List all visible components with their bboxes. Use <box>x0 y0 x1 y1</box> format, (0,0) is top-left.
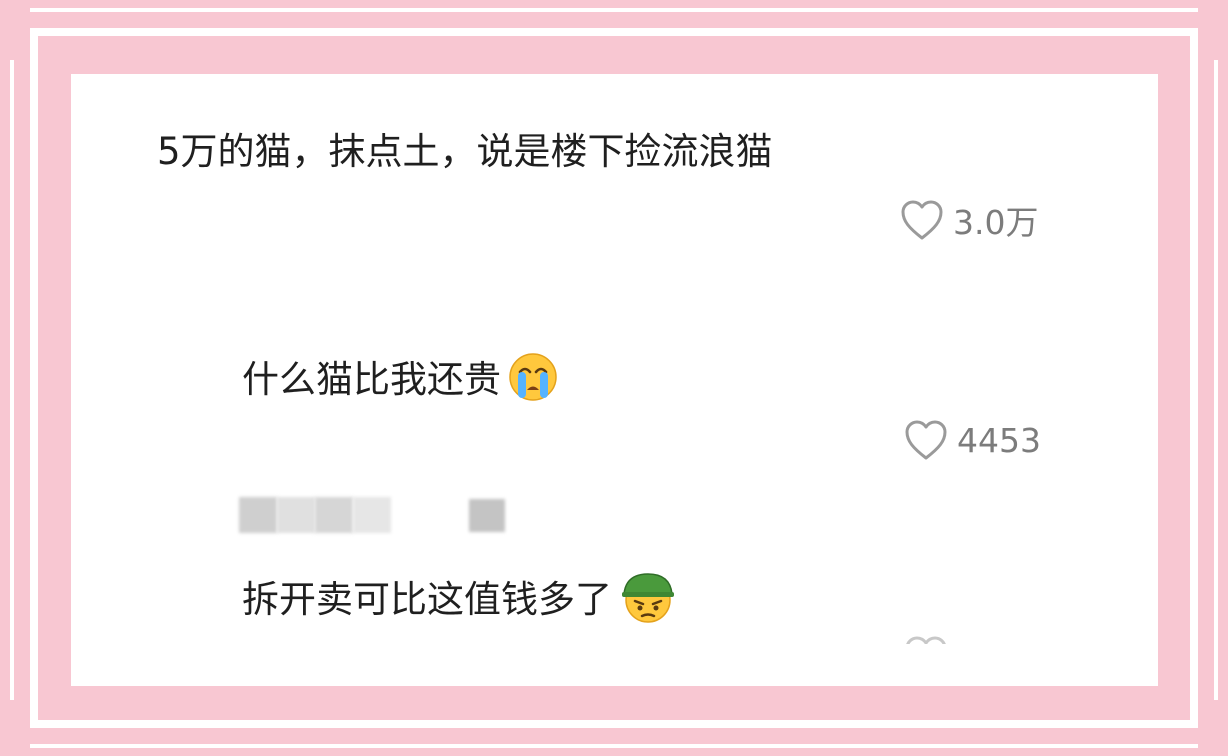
comment-2-text: 什么猫比我还贵 <box>242 357 501 401</box>
comment-1-like[interactable]: 3.0万 <box>899 196 1038 244</box>
frame-stripe-top-outer <box>30 8 1198 12</box>
frame-stripe-left-outer <box>10 60 14 700</box>
bottom-crop-mask <box>71 644 1158 686</box>
comment-3-text: 拆开卖可比这值钱多了 <box>242 577 612 621</box>
redacted-username-block <box>277 497 315 533</box>
redacted-username-block <box>315 497 353 533</box>
comment-2-like-count: 4453 <box>957 420 1041 460</box>
frame-stripe-left <box>30 28 38 728</box>
comment-2-row: 什么猫比我还贵 <box>242 352 559 411</box>
comment-1-text: 5万的猫，抹点土，说是楼下捡流浪猫 <box>157 130 773 173</box>
redacted-avatar-block <box>469 499 505 532</box>
crying-face-emoji <box>507 352 559 411</box>
frame-stripe-right-outer <box>1214 60 1218 700</box>
soldier-helmet-angry-face-emoji <box>618 570 678 633</box>
comment-2-like[interactable]: 4453 <box>903 418 1041 462</box>
section-divider <box>71 279 1158 291</box>
frame-stripe-bottom-outer <box>30 744 1198 748</box>
heart-outline-icon[interactable] <box>899 198 945 242</box>
pink-frame: 5万的猫，抹点土，说是楼下捡流浪猫 3.0万 什么猫比我还贵 4453 拆开卖可… <box>0 0 1228 756</box>
comment-3-row: 拆开卖可比这值钱多了 <box>242 570 678 633</box>
heart-outline-icon[interactable] <box>903 418 949 462</box>
comment-card: 5万的猫，抹点土，说是楼下捡流浪猫 3.0万 什么猫比我还贵 4453 拆开卖可… <box>71 74 1158 686</box>
redacted-username-block <box>353 497 391 533</box>
frame-stripe-right <box>1190 28 1198 728</box>
comment-1-like-count: 3.0万 <box>953 203 1039 242</box>
redacted-username-block <box>239 497 277 533</box>
frame-stripe-bottom-inner <box>30 720 1198 728</box>
frame-stripe-top-inner <box>30 28 1198 36</box>
